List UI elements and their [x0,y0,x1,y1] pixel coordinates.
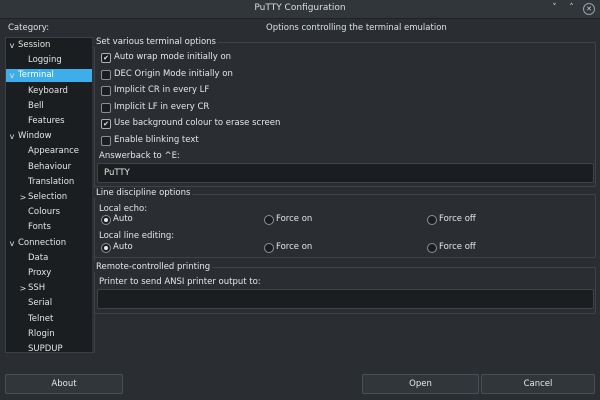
checkbox-3[interactable] [101,102,111,113]
tree-item-label: Fonts [28,222,51,233]
line-discipline-title: Line discipline options [94,188,193,198]
local-echo-label: Local echo: [99,204,148,214]
tree-item-label: Telnet [28,313,54,324]
checkbox-label[interactable]: Implicit LF in every CR [114,102,209,112]
tree-item-label: Terminal [18,70,54,81]
tree-item-label: Proxy [28,268,52,278]
checkbox-label[interactable]: Enable blinking text [114,135,199,145]
maximize-icon[interactable]: ˄ [566,3,577,14]
echo-radio-force-off[interactable] [427,215,437,225]
checkbox-label[interactable]: DEC Origin Mode initially on [114,69,233,79]
chevron-down-icon[interactable]: v [8,130,16,143]
checkbox-label[interactable]: Implicit CR in every LF [114,85,209,95]
tree-item-label: Rlogin [28,328,55,339]
close-icon[interactable]: ✕ [583,3,595,15]
panel-header: Options controlling the terminal emulati… [266,23,447,33]
tree-item-label: Colours [28,207,61,218]
tree-item-label: Appearance [28,146,80,157]
tree-item-label: Features [28,116,65,126]
answerback-label: Answerback to ^E: [99,151,180,161]
echo-radio-force-on[interactable] [264,215,274,225]
line-discipline-group [94,194,596,258]
answerback-input[interactable]: PuTTY [97,163,594,183]
radio-label[interactable]: Force on [276,214,312,224]
tree-item-label: Data [28,252,49,263]
checkbox-1[interactable] [101,69,111,80]
tree-item-label: Session [18,40,51,50]
terminal-options-title: Set various terminal options [94,37,218,47]
tree-item-label: Serial [28,298,53,309]
radio-label[interactable]: Force off [439,214,476,224]
radio-label[interactable]: Auto [113,214,133,224]
title-bar[interactable]: PuTTY Configuration ˅ ˄ ✕ [0,0,600,19]
radio-label[interactable]: Force on [276,242,312,252]
category-tree[interactable]: v Session Logging v Terminal Keyboard Bell Feat… [5,37,95,353]
tree-item-label: Selection [28,192,68,202]
radio-label[interactable]: Force off [439,242,476,252]
tree-item-label: SUPDUP [28,344,63,353]
tree-item-label: SSH [28,283,46,294]
open-button[interactable]: Open [362,374,479,394]
chevron-right-icon[interactable]: > [19,282,27,295]
printer-input[interactable] [97,289,594,309]
checkbox-label[interactable]: Use background colour to erase screen [114,118,280,128]
tree-item-terminal[interactable]: v Terminal [6,69,94,83]
checkbox-label[interactable]: Auto wrap mode initially on [114,52,231,62]
tree-item-label: Bell [28,100,44,111]
checkbox-4-checked[interactable]: ✔ [101,119,111,129]
printer-label: Printer to send ANSI printer output to: [99,277,261,287]
tree-item-label: Translation [28,176,75,187]
checkbox-0-checked[interactable]: ✔ [101,53,111,63]
editing-radio-force-on[interactable] [264,243,274,253]
tree-item-label: Window [18,131,52,142]
checkbox-5[interactable] [101,135,111,146]
chevron-down-icon[interactable]: v [8,69,16,82]
window-title: PuTTY Configuration [254,3,346,13]
about-button[interactable]: About [5,374,123,394]
checkbox-2[interactable] [101,86,111,96]
cancel-button[interactable]: Cancel [481,374,595,394]
echo-radio-auto[interactable] [101,215,111,225]
chevron-down-icon[interactable]: v [8,237,16,250]
printing-title: Remote-controlled printing [94,262,213,272]
tree-item-label: Keyboard [28,85,68,96]
tree-item-label: Logging [28,55,62,66]
radio-label[interactable]: Auto [113,242,133,252]
tree-item-label: Connection [18,237,67,248]
editing-radio-force-off[interactable] [427,243,437,253]
chevron-right-icon[interactable]: > [19,191,27,204]
chevron-down-icon[interactable]: v [8,39,16,52]
category-label: Category: [8,23,50,33]
minimize-icon[interactable]: ˅ [549,3,560,14]
local-editing-label: Local line editing: [99,231,175,241]
editing-radio-auto[interactable] [101,243,111,253]
tree-item-label: Behaviour [28,161,72,172]
